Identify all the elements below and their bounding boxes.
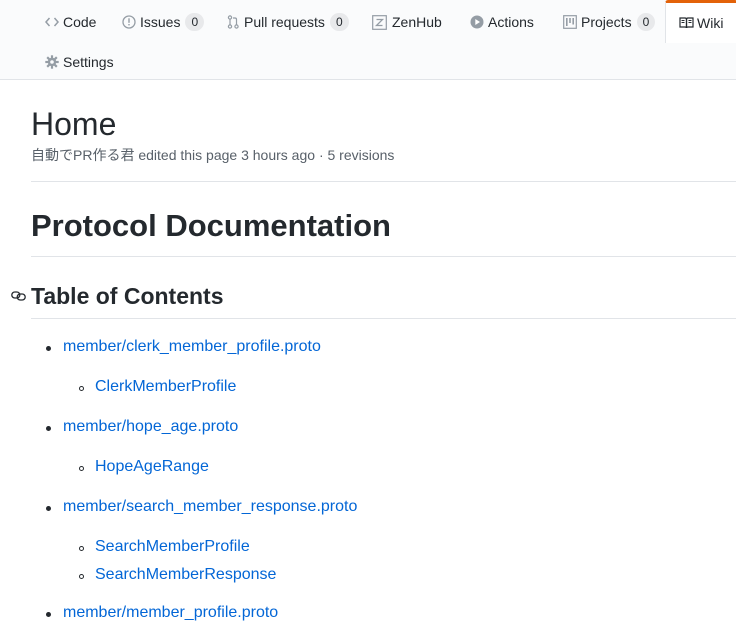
tab-issues[interactable]: Issues 0 — [121, 1, 205, 43]
tab-projects[interactable]: Projects 0 — [562, 1, 656, 43]
toc-link-clerk-member-profile[interactable]: ClerkMemberProfile — [95, 377, 236, 397]
tab-code[interactable]: Code — [44, 1, 96, 43]
toc-link-search-member-response-proto[interactable]: member/search_member_response.proto — [63, 497, 357, 517]
list-bullet — [46, 426, 51, 431]
tab-pull-requests[interactable]: Pull requests 0 — [225, 1, 349, 43]
gear-icon — [44, 54, 60, 70]
book-icon — [678, 15, 694, 31]
toc-link-search-member-response[interactable]: SearchMemberResponse — [95, 565, 276, 585]
projects-counter: 0 — [636, 13, 656, 31]
list-bullet — [79, 574, 84, 579]
tab-pull-requests-label: Pull requests — [244, 14, 325, 30]
list-bullet — [79, 546, 84, 551]
edited-text: edited this page — [138, 147, 238, 163]
tab-projects-label: Projects — [581, 14, 632, 30]
tab-wiki[interactable]: Wiki — [665, 0, 736, 43]
tab-zenhub-label: ZenHub — [392, 14, 442, 30]
edited-time: 3 hours ago — [241, 147, 316, 163]
toc-link-hope-age-range[interactable]: HopeAgeRange — [95, 457, 209, 477]
list-bullet — [46, 346, 51, 351]
tab-actions-label: Actions — [488, 14, 534, 30]
revisions-link[interactable]: 5 revisions — [328, 147, 395, 163]
meta-separator: · — [318, 147, 324, 163]
heading-table-of-contents: Table of Contents — [31, 283, 224, 309]
header-divider — [31, 181, 736, 182]
tab-settings[interactable]: Settings — [44, 41, 114, 83]
repo-nav: Code Issues 0 Pull requests 0 ZenHub Act… — [0, 0, 736, 80]
heading-protocol-documentation: Protocol Documentation — [31, 208, 391, 243]
project-icon — [562, 14, 578, 30]
link-icon[interactable] — [11, 289, 27, 303]
heading1-divider — [31, 256, 736, 257]
page-title: Home — [31, 106, 117, 142]
wiki-meta: 自動でPR作る君 edited this page 3 hours ago · … — [31, 146, 394, 164]
list-bullet — [46, 612, 51, 617]
tab-wiki-label: Wiki — [697, 15, 724, 31]
issue-icon — [121, 14, 137, 30]
tab-actions[interactable]: Actions — [469, 1, 534, 43]
tab-issues-label: Issues — [140, 14, 181, 30]
tab-code-label: Code — [63, 14, 97, 30]
list-bullet — [79, 466, 84, 471]
toc-link-hope-age-proto[interactable]: member/hope_age.proto — [63, 417, 238, 437]
pull-request-icon — [225, 14, 241, 30]
code-icon — [44, 14, 60, 30]
author-name[interactable]: 自動でPR作る君 — [31, 147, 134, 163]
list-bullet — [79, 386, 84, 391]
list-bullet — [46, 506, 51, 511]
heading2-divider — [31, 318, 736, 319]
issues-counter: 0 — [185, 13, 205, 31]
play-icon — [469, 14, 485, 30]
tab-zenhub[interactable]: ZenHub — [371, 1, 442, 43]
tab-settings-label: Settings — [63, 54, 114, 70]
zenhub-icon — [371, 14, 387, 30]
toc-link-member-profile-proto[interactable]: member/member_profile.proto — [63, 603, 278, 623]
toc-link-search-member-profile[interactable]: SearchMemberProfile — [95, 537, 250, 557]
pull-requests-counter: 0 — [329, 13, 349, 31]
toc-link-clerk-member-profile-proto[interactable]: member/clerk_member_profile.proto — [63, 337, 321, 357]
